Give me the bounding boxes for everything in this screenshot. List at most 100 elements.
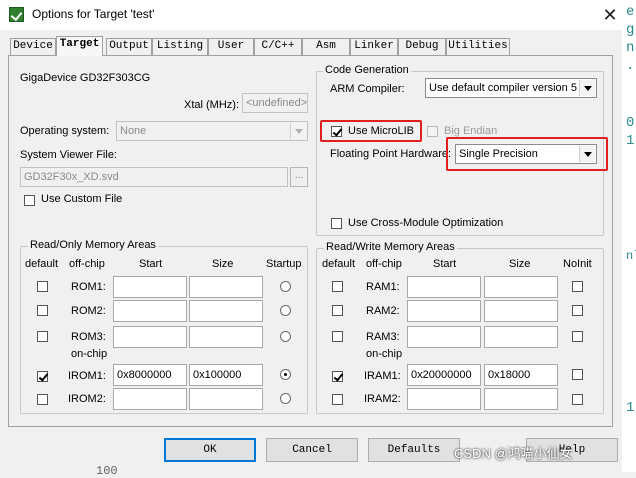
rom1-default-checkbox[interactable] <box>37 281 48 292</box>
ram3-default-checkbox[interactable] <box>332 331 343 342</box>
code-generation-title: Code Generation <box>323 64 411 76</box>
arm-compiler-label: ARM Compiler: <box>330 83 405 95</box>
ram1-default-checkbox[interactable] <box>332 281 343 292</box>
tab-target[interactable]: Target <box>56 36 103 56</box>
rom1-size-input[interactable] <box>189 276 263 298</box>
irom1-size-input[interactable]: 0x100000 <box>189 364 263 386</box>
big-endian-checkbox[interactable] <box>427 126 438 137</box>
ram2-start-input[interactable] <box>407 300 481 322</box>
editor-char: e <box>626 4 635 20</box>
iram2-size-input[interactable] <box>484 388 558 410</box>
rom-group-title: Read/Only Memory Areas <box>28 239 158 251</box>
rom1-label: ROM1: <box>71 281 106 293</box>
irom1-default-checkbox[interactable] <box>37 371 48 382</box>
editor-char: 1 <box>626 133 635 149</box>
tab-user[interactable]: User <box>208 38 254 55</box>
irom2-size-input[interactable] <box>189 388 263 410</box>
ram1-size-input[interactable] <box>484 276 558 298</box>
ram-header-start: Start <box>433 258 457 270</box>
use-microlib-checkbox[interactable] <box>331 126 342 137</box>
use-custom-file-checkbox[interactable] <box>24 195 35 206</box>
xtal-label: Xtal (MHz): <box>184 99 239 111</box>
ram3-start-input[interactable] <box>407 326 481 348</box>
iram1-label: IRAM1: <box>364 370 401 382</box>
use-custom-file-label: Use Custom File <box>41 193 123 205</box>
editor-char: nl <box>626 249 636 263</box>
ram3-noinit-checkbox[interactable] <box>572 331 583 342</box>
iram1-noinit-checkbox[interactable] <box>572 369 583 380</box>
rom2-start-input[interactable] <box>113 300 187 322</box>
cross-module-opt-checkbox[interactable] <box>331 218 342 229</box>
svd-input[interactable]: GD32F30x_XD.svd <box>20 167 288 187</box>
ram1-start-input[interactable] <box>407 276 481 298</box>
defaults-button[interactable]: Defaults <box>368 438 460 462</box>
irom1-startup-radio[interactable] <box>280 369 291 380</box>
cancel-button[interactable]: Cancel <box>266 438 358 462</box>
tab-listing[interactable]: Listing <box>152 38 208 55</box>
tab-device[interactable]: Device <box>10 38 56 55</box>
tab-c-cpp[interactable]: C/C++ <box>254 38 302 55</box>
cross-module-opt-label: Use Cross-Module Optimization <box>348 217 504 229</box>
ram3-size-input[interactable] <box>484 326 558 348</box>
editor-char: 0 <box>626 115 635 131</box>
rom1-startup-radio[interactable] <box>280 281 291 292</box>
irom2-startup-radio[interactable] <box>280 393 291 404</box>
close-icon[interactable]: ✕ <box>598 3 622 27</box>
rom-header-size: Size <box>212 258 234 270</box>
rom3-default-checkbox[interactable] <box>37 331 48 342</box>
tab-linker[interactable]: Linker <box>350 38 398 55</box>
irom1-label: IROM1: <box>68 370 106 382</box>
rom-onchip-label: on-chip <box>71 348 108 360</box>
iram2-label: IRAM2: <box>364 393 401 405</box>
iram2-start-input[interactable] <box>407 388 481 410</box>
ok-button[interactable]: OK <box>164 438 256 462</box>
editor-char: n <box>626 40 635 56</box>
ram2-label: RAM2: <box>366 305 400 317</box>
rom-header-start: Start <box>139 258 163 270</box>
ram-onchip-label: on-chip <box>366 348 403 360</box>
svd-browse-button[interactable]: ... <box>290 167 308 187</box>
tab-utilities[interactable]: Utilities <box>446 38 510 55</box>
rom2-size-input[interactable] <box>189 300 263 322</box>
os-select-value: None <box>120 125 147 137</box>
irom2-start-input[interactable] <box>113 388 187 410</box>
arm-compiler-select[interactable]: Use default compiler version 5 <box>425 78 597 98</box>
ram1-noinit-checkbox[interactable] <box>572 281 583 292</box>
tab-output[interactable]: Output <box>106 38 152 55</box>
window-title: Options for Target 'test' <box>32 7 155 21</box>
rom1-start-input[interactable] <box>113 276 187 298</box>
tab-debug[interactable]: Debug <box>398 38 446 55</box>
rom3-start-input[interactable] <box>113 326 187 348</box>
chevron-down-icon[interactable] <box>579 146 595 162</box>
fph-value: Single Precision <box>459 148 538 160</box>
ram3-label: RAM3: <box>366 331 400 343</box>
iram2-default-checkbox[interactable] <box>332 394 343 405</box>
xtal-input[interactable]: <undefined> <box>242 93 308 113</box>
ram2-noinit-checkbox[interactable] <box>572 305 583 316</box>
iram1-start-input[interactable]: 0x20000000 <box>407 364 481 386</box>
irom1-start-input[interactable]: 0x8000000 <box>113 364 187 386</box>
ram1-label: RAM1: <box>366 281 400 293</box>
use-microlib-label: Use MicroLIB <box>348 125 415 137</box>
ram2-default-checkbox[interactable] <box>332 305 343 316</box>
rom-header-startup: Startup <box>266 258 302 270</box>
iram1-size-input[interactable]: 0x18000 <box>484 364 558 386</box>
fph-label: Floating Point Hardware: <box>330 148 452 160</box>
rom3-size-input[interactable] <box>189 326 263 348</box>
device-name: GigaDevice GD32F303CG <box>20 72 151 84</box>
fph-select[interactable]: Single Precision <box>455 144 597 164</box>
tab-asm[interactable]: Asm <box>302 38 350 55</box>
ram2-size-input[interactable] <box>484 300 558 322</box>
chevron-down-icon[interactable] <box>579 80 595 96</box>
rom2-startup-radio[interactable] <box>280 305 291 316</box>
ram-header-size: Size <box>509 258 531 270</box>
iram2-noinit-checkbox[interactable] <box>572 394 583 405</box>
ram-header-noinit: NoInit <box>563 258 592 270</box>
rom3-startup-radio[interactable] <box>280 331 291 342</box>
irom2-default-checkbox[interactable] <box>37 394 48 405</box>
rom2-default-checkbox[interactable] <box>37 305 48 316</box>
os-select[interactable]: None <box>116 121 308 141</box>
chevron-down-icon[interactable] <box>290 123 306 139</box>
ram-group-title: Read/Write Memory Areas <box>324 241 457 253</box>
iram1-default-checkbox[interactable] <box>332 371 343 382</box>
